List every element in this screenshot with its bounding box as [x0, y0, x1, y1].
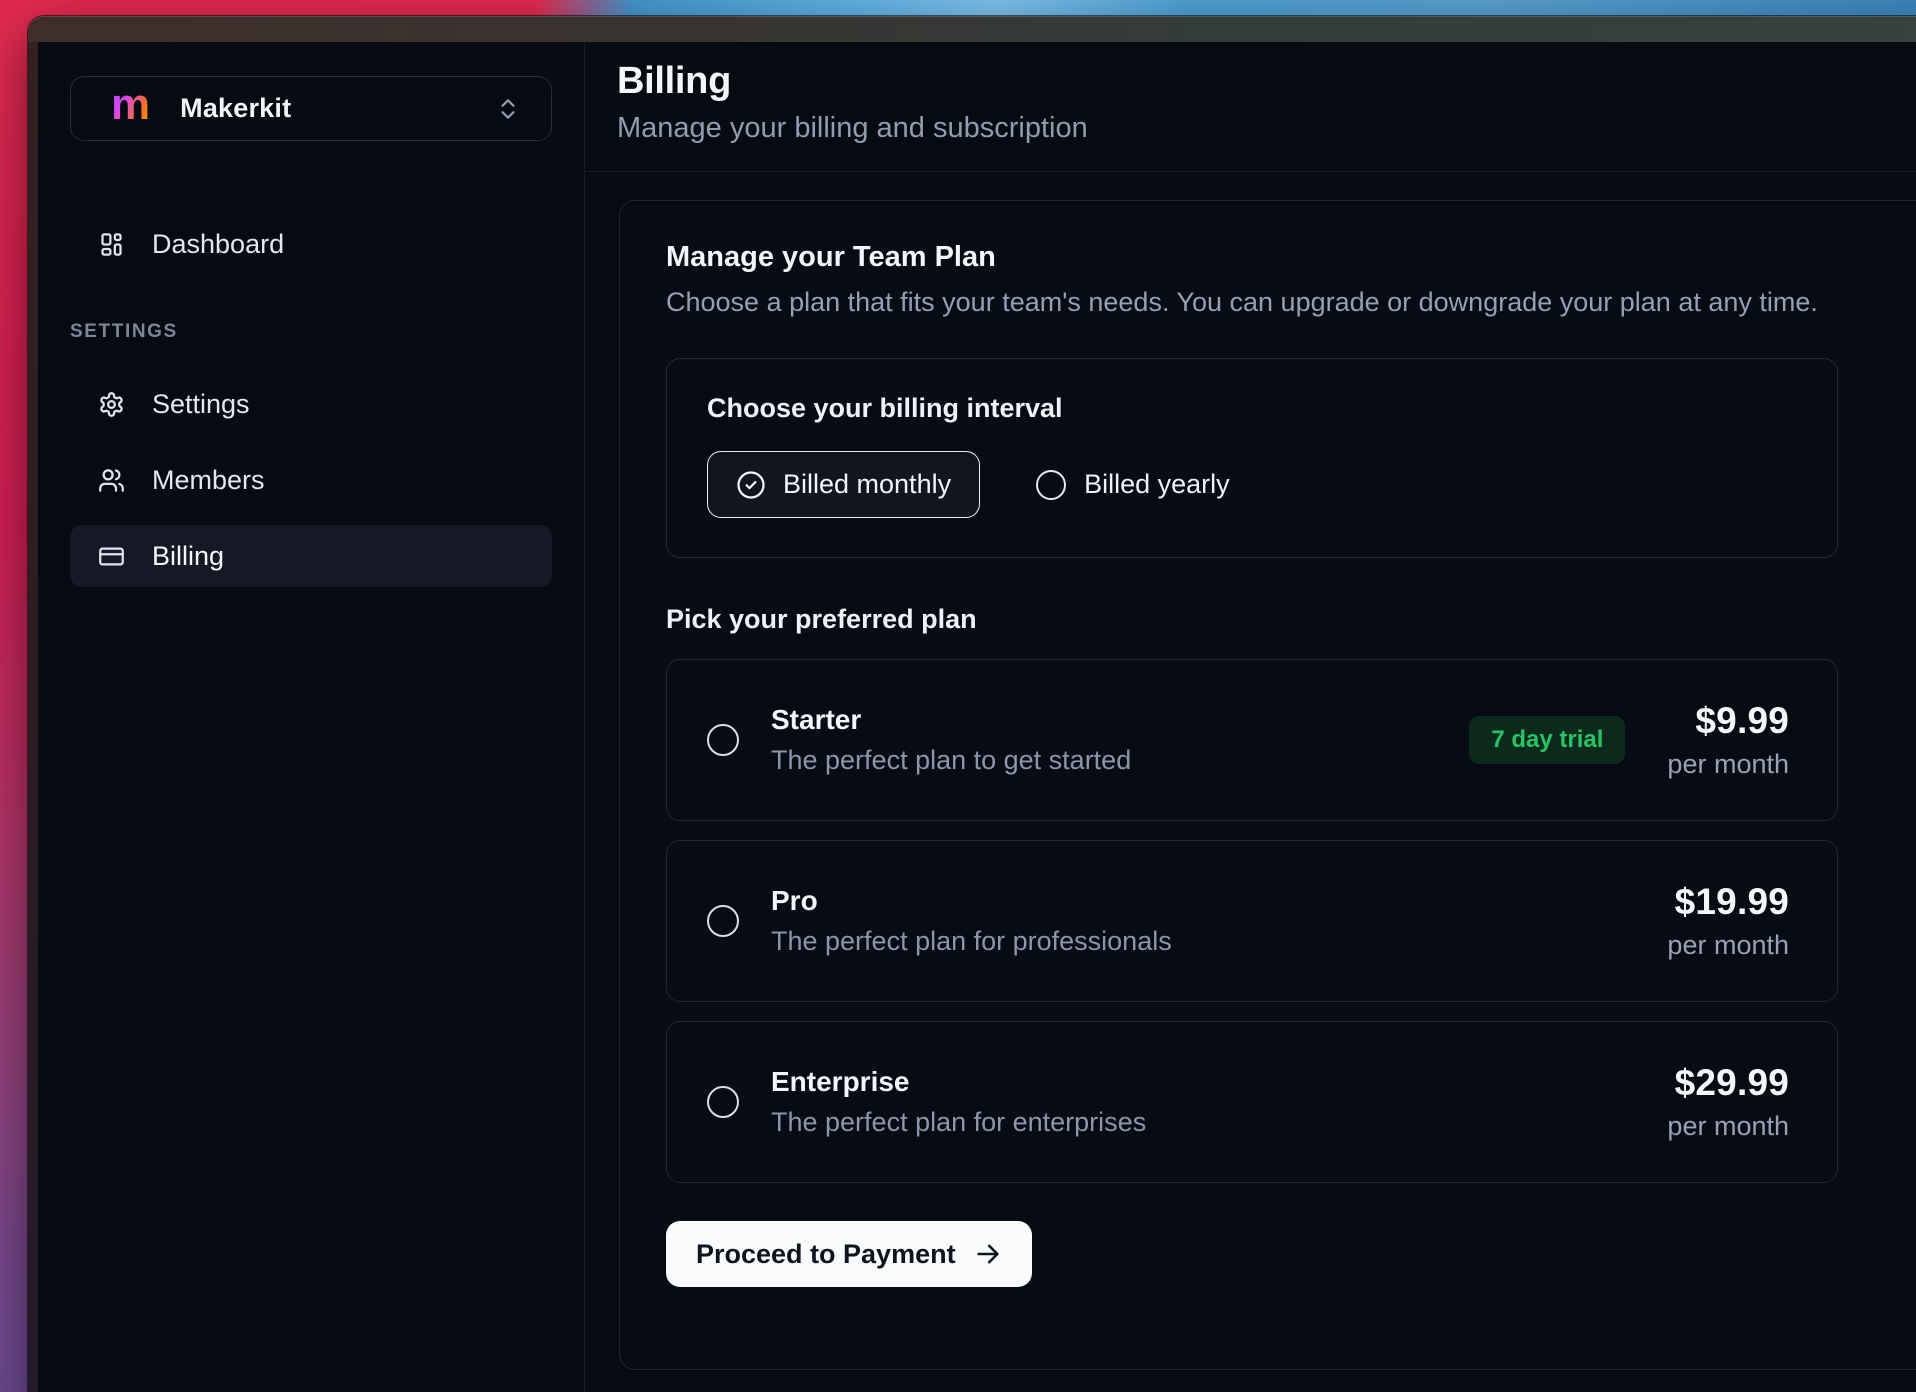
- plan-price: $19.99: [1667, 881, 1789, 923]
- billed-yearly-option[interactable]: Billed yearly: [1036, 469, 1230, 500]
- plan-description: The perfect plan to get started: [771, 745, 1131, 776]
- plan-name: Starter: [771, 704, 1131, 736]
- plan-info: Starter The perfect plan to get started: [771, 704, 1131, 776]
- sidebar: m Makerkit Dashboard SETTINGS: [38, 42, 585, 1392]
- plan-period: per month: [1667, 749, 1789, 780]
- page-subtitle: Manage your billing and subscription: [617, 112, 1916, 145]
- plan-info: Pro The perfect plan for professionals: [771, 885, 1172, 957]
- card-subtitle: Choose a plan that fits your team's need…: [666, 287, 1916, 318]
- plan-price: $9.99: [1667, 700, 1789, 742]
- trial-badge: 7 day trial: [1469, 716, 1625, 764]
- plan-row-enterprise[interactable]: Enterprise The perfect plan for enterpri…: [666, 1021, 1838, 1183]
- sidebar-nav: Dashboard SETTINGS Settings Members: [70, 213, 552, 587]
- card-title: Manage your Team Plan: [666, 241, 1916, 274]
- makerkit-logo: m: [111, 83, 150, 127]
- plan-row-starter[interactable]: Starter The perfect plan to get started …: [666, 659, 1838, 821]
- radio-circle-icon[interactable]: [707, 724, 739, 756]
- plan-period: per month: [1667, 1111, 1789, 1142]
- price-block: $9.99 per month: [1667, 700, 1789, 780]
- sidebar-item-label: Settings: [152, 389, 250, 420]
- chevrons-up-down-icon: [495, 96, 521, 122]
- price-block: $19.99 per month: [1667, 881, 1789, 961]
- plan-price: $29.99: [1667, 1062, 1789, 1104]
- plan-row-pro[interactable]: Pro The perfect plan for professionals $…: [666, 840, 1838, 1002]
- billing-interval-options: Billed monthly Billed yearly: [707, 451, 1797, 518]
- workspace-name: Makerkit: [180, 93, 291, 124]
- main-content: Billing Manage your billing and subscrip…: [585, 42, 1916, 1392]
- billed-monthly-option[interactable]: Billed monthly: [707, 451, 980, 518]
- plan-pricing: $29.99 per month: [1667, 1062, 1789, 1142]
- credit-card-icon: [98, 543, 125, 570]
- radio-circle-icon[interactable]: [707, 1086, 739, 1118]
- plan-period: per month: [1667, 930, 1789, 961]
- billing-interval-label: Choose your billing interval: [707, 393, 1797, 424]
- plan-pricing: $19.99 per month: [1667, 881, 1789, 961]
- sidebar-item-label: Dashboard: [152, 229, 284, 260]
- plan-description: The perfect plan for enterprises: [771, 1107, 1146, 1138]
- gear-icon: [98, 391, 125, 418]
- proceed-to-payment-button[interactable]: Proceed to Payment: [666, 1221, 1032, 1287]
- page-header: Billing Manage your billing and subscrip…: [585, 42, 1916, 172]
- sidebar-item-label: Billing: [152, 541, 224, 572]
- price-block: $29.99 per month: [1667, 1062, 1789, 1142]
- sidebar-item-dashboard[interactable]: Dashboard: [70, 213, 552, 275]
- arrow-right-icon: [974, 1240, 1002, 1268]
- team-plan-card: Manage your Team Plan Choose a plan that…: [619, 200, 1916, 1370]
- check-circle-icon: [736, 470, 766, 500]
- plan-name: Enterprise: [771, 1066, 1146, 1098]
- sidebar-item-members[interactable]: Members: [70, 449, 552, 511]
- sidebar-item-settings[interactable]: Settings: [70, 373, 552, 435]
- workspace-selector[interactable]: m Makerkit: [70, 76, 552, 141]
- plan-info: Enterprise The perfect plan for enterpri…: [771, 1066, 1146, 1138]
- app-window: m Makerkit Dashboard SETTINGS: [28, 16, 1916, 1392]
- window-titlebar: [28, 16, 1916, 42]
- dashboard-icon: [98, 231, 125, 258]
- plan-pricing: 7 day trial $9.99 per month: [1469, 700, 1789, 780]
- radio-circle-icon[interactable]: [707, 905, 739, 937]
- billing-interval-group: Choose your billing interval Billed mont…: [666, 358, 1838, 558]
- users-icon: [98, 467, 125, 494]
- sidebar-item-label: Members: [152, 465, 265, 496]
- sidebar-section-settings: SETTINGS: [70, 321, 552, 343]
- app-root: m Makerkit Dashboard SETTINGS: [38, 42, 1916, 1392]
- page-title: Billing: [617, 60, 1916, 103]
- plan-description: The perfect plan for professionals: [771, 926, 1172, 957]
- billed-monthly-label: Billed monthly: [783, 469, 951, 500]
- plan-name: Pro: [771, 885, 1172, 917]
- radio-circle-icon: [1036, 470, 1066, 500]
- proceed-to-payment-label: Proceed to Payment: [696, 1239, 956, 1270]
- billed-yearly-label: Billed yearly: [1084, 469, 1230, 500]
- plans-label: Pick your preferred plan: [666, 604, 1916, 635]
- sidebar-item-billing[interactable]: Billing: [70, 525, 552, 587]
